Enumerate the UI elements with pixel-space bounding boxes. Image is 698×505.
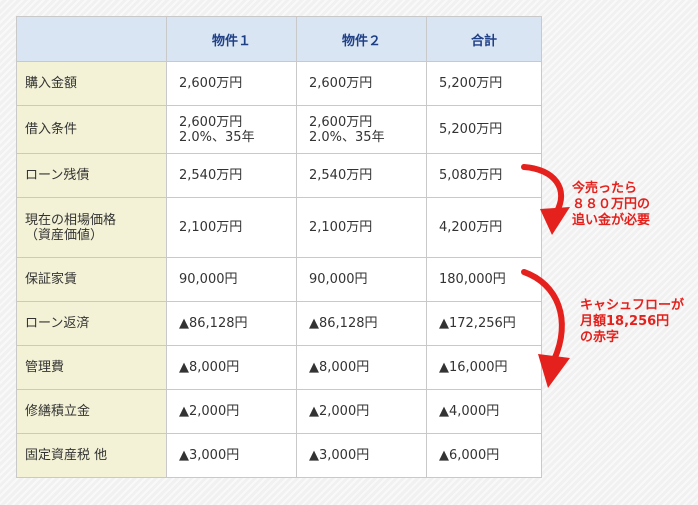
cell-value: 2,600万円 [309,114,373,130]
row-label: ローン返済 [16,301,167,346]
header-property-2: 物件２ [296,16,427,62]
cell-value: ▲2,000円 [309,404,370,419]
table-row: ローン残債 2,540万円 2,540万円 5,080万円 [16,153,542,198]
annotation-line: 月額18,256円 [580,314,670,329]
row-label: 修繕積立金 [16,389,167,434]
cell-value: 2,100万円 [179,220,243,235]
row-label: 購入金額 [16,61,167,106]
row-label-text: 固定資産税 他 [25,448,108,463]
table-row: 借入条件 2,600万円 2.0%、35年 2,600万円 2.0%、35年 5,200万… [16,105,542,154]
header-total: 合計 [426,16,542,62]
cell-property-1: 2,100万円 [166,197,297,258]
cell-property-1: ▲3,000円 [166,433,297,478]
table-row: 修繕積立金 ▲2,000円 ▲2,000円 ▲4,000円 [16,389,542,434]
row-label-text: 購入金額 [25,76,78,91]
row-label-text: 保証家賃 [25,272,78,287]
table-row: ローン返済 ▲86,128円 ▲86,128円 ▲172,256円 [16,301,542,346]
row-label: 管理費 [16,345,167,390]
row-label: 現在の相場価格 （資産価値） [16,197,167,258]
header-property-1: 物件１ [166,16,297,62]
cell-property-2: 2,100万円 [296,197,427,258]
cell-value: ▲4,000円 [439,404,500,419]
row-label: 借入条件 [16,105,167,154]
cell-value: ▲6,000円 [439,448,500,463]
arrow-icon [521,269,570,388]
cell-value: ▲3,000円 [179,448,240,463]
cell-property-1: 90,000円 [166,257,297,302]
table-row: 管理費 ▲8,000円 ▲8,000円 ▲16,000円 [16,345,542,390]
cell-value: 90,000円 [309,272,368,287]
sale-loss-note: 今売ったら ８８０万円の 追い金が必要 [572,181,650,229]
cell-total: 5,200万円 [426,105,542,154]
annotation-line: 追い金が必要 [572,213,651,228]
row-label: ローン残債 [16,153,167,198]
annotation-line: キャシュフローが [580,298,685,313]
cell-value: ▲172,256円 [439,316,516,331]
row-label-text: 借入条件 [25,122,78,137]
cell-value: ▲2,000円 [179,404,240,419]
cashflow-loss-note: キャシュフローが 月額18,256円 の赤字 [580,298,684,346]
cell-value: 90,000円 [179,272,238,287]
header-corner [16,16,167,62]
row-label-text: （資産価値） [25,227,104,243]
cell-property-2: ▲8,000円 [296,345,427,390]
cell-value: 180,000円 [439,272,506,287]
comparison-table: 物件１ 物件２ 合計 購入金額 2,600万円 2,600万円 5,200万円 借入条件… [16,16,542,478]
cell-total: 5,200万円 [426,61,542,106]
cell-value: 5,200万円 [439,76,503,91]
cell-property-2: 2,540万円 [296,153,427,198]
cell-value: 2,600万円 [179,114,243,130]
cell-value: ▲3,000円 [309,448,370,463]
cell-property-2: ▲3,000円 [296,433,427,478]
row-label: 保証家賃 [16,257,167,302]
cell-value: 2,540万円 [309,168,373,183]
annotation-line: ８８０万円の [572,197,651,212]
row-label-text: ローン残債 [25,168,90,183]
cell-property-2: 90,000円 [296,257,427,302]
cell-total: ▲4,000円 [426,389,542,434]
cell-property-1: 2,540万円 [166,153,297,198]
cell-property-2: ▲2,000円 [296,389,427,434]
cell-value: ▲8,000円 [309,360,370,375]
annotation-line: 今売ったら [572,181,638,196]
table-row: 固定資産税 他 ▲3,000円 ▲3,000円 ▲6,000円 [16,433,542,478]
table-row: 購入金額 2,600万円 2,600万円 5,200万円 [16,61,542,106]
cell-value: 2,600万円 [309,76,373,91]
row-label-text: 管理費 [25,360,65,375]
cell-value: 5,200万円 [439,122,503,137]
table-header-row: 物件１ 物件２ 合計 [16,16,542,62]
cell-value: 4,200万円 [439,220,503,235]
annotation-line: の赤字 [580,330,620,345]
cell-property-1: 2,600万円 [166,61,297,106]
cell-property-2: 2,600万円 [296,61,427,106]
cell-property-2: 2,600万円 2.0%、35年 [296,105,427,154]
cell-property-1: ▲8,000円 [166,345,297,390]
cell-value: ▲86,128円 [309,316,378,331]
arrow-icon [521,164,570,235]
cell-value: 5,080万円 [439,168,503,183]
cell-value: ▲86,128円 [179,316,248,331]
cell-value: ▲16,000円 [439,360,508,375]
cell-total: ▲6,000円 [426,433,542,478]
cell-property-1: ▲86,128円 [166,301,297,346]
cell-value: 2.0%、35年 [309,129,385,145]
row-label-text: 修繕積立金 [25,404,91,419]
cell-property-1: ▲2,000円 [166,389,297,434]
row-label-text: ローン返済 [25,316,90,331]
row-label-text: 現在の相場価格 [25,212,117,228]
cell-property-1: 2,600万円 2.0%、35年 [166,105,297,154]
cell-value: 2,540万円 [179,168,243,183]
cell-value: 2,600万円 [179,76,243,91]
table-row: 現在の相場価格 （資産価値） 2,100万円 2,100万円 4,200万円 [16,197,542,258]
table-row: 保証家賃 90,000円 90,000円 180,000円 [16,257,542,302]
cell-value: ▲8,000円 [179,360,240,375]
cell-property-2: ▲86,128円 [296,301,427,346]
row-label: 固定資産税 他 [16,433,167,478]
cell-value: 2,100万円 [309,220,373,235]
cell-value: 2.0%、35年 [179,129,255,145]
